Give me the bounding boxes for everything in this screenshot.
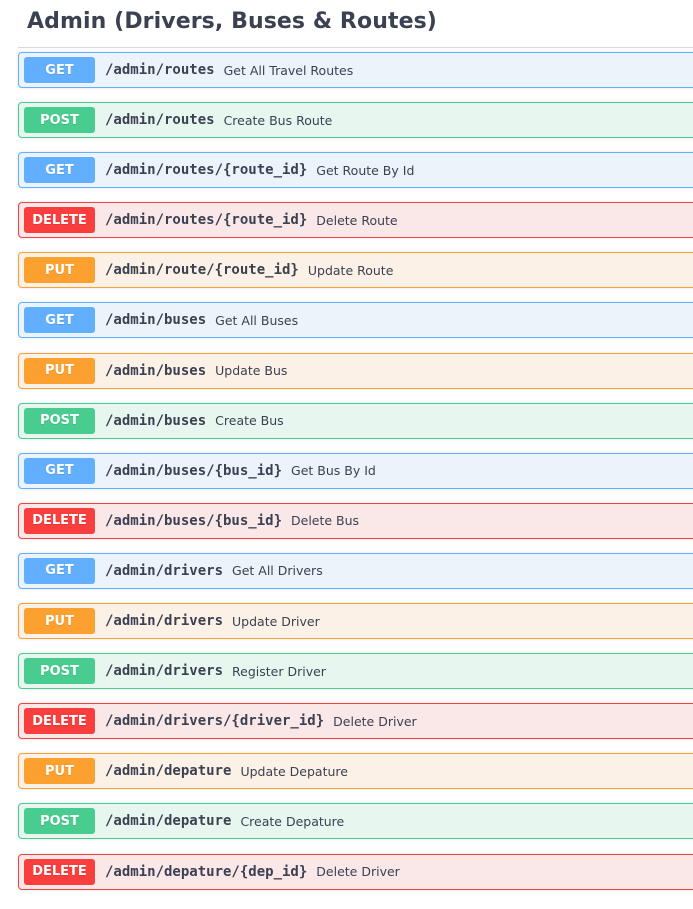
method-badge: PUT	[24, 608, 95, 635]
operation-delete-admin-drivers-driver-id[interactable]: DELETE /admin/drivers/{driver_id} Delete…	[18, 703, 693, 740]
method-badge: PUT	[24, 257, 95, 284]
endpoint-summary: Get Bus By Id	[291, 463, 376, 479]
method-badge: GET	[24, 457, 95, 484]
method-badge: PUT	[24, 357, 95, 384]
endpoint-summary: Create Depature	[240, 813, 345, 829]
endpoint-summary: Get Route By Id	[316, 162, 415, 178]
endpoint-path: /admin/depature	[105, 813, 232, 830]
operation-put-admin-buses[interactable]: PUT /admin/buses Update Bus	[18, 352, 693, 389]
operation-post-admin-drivers[interactable]: POST /admin/drivers Register Driver	[18, 653, 693, 690]
endpoint-path: /admin/buses/{bus_id}	[105, 512, 283, 529]
method-badge: POST	[24, 658, 95, 685]
operation-post-admin-routes[interactable]: POST /admin/routes Create Bus Route	[18, 102, 693, 139]
operations-list: GET /admin/routes Get All Travel Routes …	[18, 52, 693, 904]
endpoint-summary: Delete Driver	[316, 864, 400, 879]
operation-get-admin-buses[interactable]: GET /admin/buses Get All Buses	[18, 302, 693, 339]
endpoint-summary: Delete Driver	[333, 713, 417, 729]
operation-post-admin-buses[interactable]: POST /admin/buses Create Bus	[18, 402, 693, 439]
endpoint-path: /admin/routes/{route_id}	[105, 162, 308, 179]
endpoint-summary: Update Driver	[232, 613, 320, 629]
operation-get-admin-buses-bus-id[interactable]: GET /admin/buses/{bus_id} Get Bus By Id	[18, 452, 693, 489]
endpoint-path: /admin/drivers	[105, 613, 224, 630]
endpoint-summary: Update Bus	[215, 363, 288, 379]
endpoint-summary: Create Bus	[215, 413, 284, 429]
method-badge: GET	[24, 57, 95, 83]
endpoint-path: /admin/buses	[105, 312, 207, 329]
method-badge: POST	[24, 107, 95, 134]
endpoint-summary: Create Bus Route	[223, 112, 333, 128]
operation-put-admin-route-route-id[interactable]: PUT /admin/route/{route_id} Update Route	[18, 252, 693, 289]
method-badge: DELETE	[24, 207, 95, 234]
endpoint-path: /admin/buses/{bus_id}	[105, 462, 283, 479]
endpoint-summary: Get All Drivers	[232, 563, 323, 579]
endpoint-summary: Register Driver	[232, 663, 326, 679]
method-badge: DELETE	[24, 507, 95, 534]
endpoint-summary: Delete Bus	[291, 513, 360, 529]
endpoint-path: /admin/buses	[105, 362, 207, 379]
endpoint-path: /admin/routes/{route_id}	[105, 212, 308, 229]
endpoint-summary: Update Depature	[240, 763, 348, 779]
endpoint-summary: Get All Buses	[215, 312, 299, 328]
operation-post-admin-depature[interactable]: POST /admin/depature Create Depature	[18, 803, 693, 840]
method-badge: POST	[24, 407, 95, 434]
method-badge: DELETE	[24, 858, 95, 885]
operation-put-admin-depature[interactable]: PUT /admin/depature Update Depature	[18, 753, 693, 790]
method-badge: GET	[24, 307, 95, 334]
method-badge: POST	[24, 808, 95, 835]
endpoint-path: /admin/route/{route_id}	[105, 262, 299, 279]
endpoint-path: /admin/depature	[105, 763, 232, 780]
method-badge: PUT	[24, 758, 95, 785]
endpoint-path: /admin/buses	[105, 412, 207, 429]
endpoint-summary: Update Route	[307, 262, 394, 278]
operation-delete-admin-buses-bus-id[interactable]: DELETE /admin/buses/{bus_id} Delete Bus	[18, 502, 693, 539]
endpoint-path: /admin/drivers	[105, 562, 224, 579]
endpoint-path: /admin/routes	[105, 112, 215, 129]
operation-delete-admin-routes-route-id[interactable]: DELETE /admin/routes/{route_id} Delete R…	[18, 202, 693, 239]
endpoint-summary: Get All Travel Routes	[223, 62, 354, 78]
operation-delete-admin-depature-dep-id[interactable]: DELETE /admin/depature/{dep_id} Delete D…	[18, 853, 693, 890]
operation-get-admin-routes[interactable]: GET /admin/routes Get All Travel Routes	[18, 52, 693, 88]
endpoint-summary: Delete Route	[316, 212, 398, 228]
section-title[interactable]: Admin (Drivers, Buses & Routes)	[27, 9, 437, 34]
section-header[interactable]: Admin (Drivers, Buses & Routes)	[18, 0, 693, 48]
endpoint-path: /admin/routes	[105, 62, 215, 78]
operation-put-admin-drivers[interactable]: PUT /admin/drivers Update Driver	[18, 603, 693, 640]
method-badge: DELETE	[24, 708, 95, 735]
method-badge: GET	[24, 157, 95, 184]
endpoint-path: /admin/drivers/{driver_id}	[105, 713, 325, 730]
operation-get-admin-drivers[interactable]: GET /admin/drivers Get All Drivers	[18, 552, 693, 589]
method-badge: GET	[24, 557, 95, 584]
endpoint-path: /admin/depature/{dep_id}	[105, 863, 308, 880]
operation-get-admin-routes-route-id[interactable]: GET /admin/routes/{route_id} Get Route B…	[18, 152, 693, 189]
endpoint-path: /admin/drivers	[105, 663, 224, 680]
